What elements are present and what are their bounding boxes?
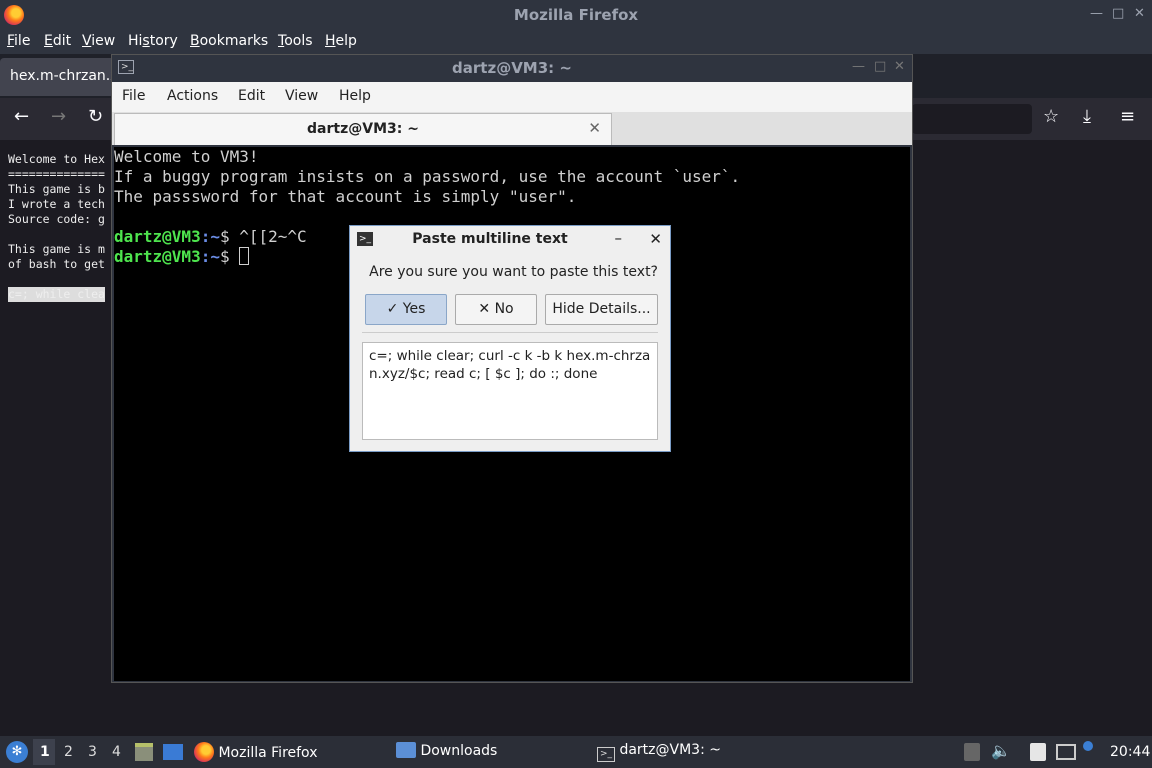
selected-command-text[interactable]: c=; while clea: [8, 287, 105, 302]
task-label: dartz@VM3: ~: [619, 742, 721, 758]
terminal-window-title: dartz@VM3: ~: [452, 59, 572, 77]
workspace-2[interactable]: 2: [64, 744, 73, 760]
page-line: of bash to get: [8, 257, 105, 271]
page-line: This game is m: [8, 242, 105, 256]
no-label: No: [494, 301, 514, 317]
page-line: I wrote a tech: [8, 197, 105, 211]
prompt-user: dartz@VM3: [114, 247, 201, 266]
terminal-output-line: Welcome to VM3!: [114, 147, 259, 166]
prompt-path: :~: [200, 247, 220, 266]
task-downloads[interactable]: Downloads: [396, 742, 497, 759]
volume-icon[interactable]: 🔈: [991, 741, 1011, 760]
dialog-titlebar: >_ Paste multiline text – ✕: [350, 226, 670, 253]
dialog-title: Paste multiline text: [412, 231, 568, 247]
maximize-icon[interactable]: □: [874, 59, 886, 74]
download-icon[interactable]: ⤓: [1083, 106, 1091, 127]
paste-text-preview[interactable]: c=; while clear; curl -c k -b k hex.m-ch…: [362, 342, 658, 440]
terminal-output-line: If a buggy program insists on a password…: [114, 167, 741, 186]
menu-edit[interactable]: Edit: [44, 33, 71, 49]
terminal-prompt-line: dartz@VM3:~$ ^[[2~^C: [114, 227, 307, 247]
page-line: Welcome to Hex: [8, 152, 105, 166]
prompt-symbol: $: [219, 247, 240, 266]
page-line: Source code: g: [8, 212, 105, 226]
paste-confirm-dialog: >_ Paste multiline text – ✕ Are you sure…: [349, 225, 671, 452]
terminal-tabbar: dartz@VM3: ~ ✕: [112, 112, 912, 145]
text-cursor: [239, 247, 250, 265]
prompt-command: ^[[2~^C: [239, 227, 307, 246]
hide-details-button[interactable]: Hide Details...: [545, 294, 658, 325]
task-label: Mozilla Firefox: [218, 745, 318, 761]
browser-tab[interactable]: hex.m-chrzan.x: [0, 58, 115, 96]
workspace-1[interactable]: 1: [40, 744, 50, 760]
terminal-menu-actions[interactable]: Actions: [167, 88, 218, 104]
dialog-separator: [362, 332, 658, 333]
reload-icon[interactable]: ↻: [88, 106, 103, 127]
firefox-menubar: File Edit View History Bookmarks Tools H…: [0, 30, 1152, 54]
x-icon: ✕: [478, 301, 491, 317]
minimize-icon[interactable]: –: [615, 229, 623, 247]
task-firefox[interactable]: Mozilla Firefox: [194, 742, 317, 762]
close-icon[interactable]: ✕: [649, 230, 662, 248]
yes-button[interactable]: ✓ Yes: [365, 294, 447, 325]
menu-file[interactable]: File: [7, 33, 30, 49]
menu-help[interactable]: Help: [325, 33, 357, 49]
check-icon: ✓: [386, 301, 399, 317]
url-bar[interactable]: [912, 104, 1032, 134]
taskbar: ✻ 1 2 3 4 Mozilla Firefox Downloads >_ d…: [0, 736, 1152, 768]
tray-notification-icon[interactable]: [964, 743, 980, 761]
hamburger-menu-icon[interactable]: ≡: [1120, 106, 1135, 127]
prompt-symbol: $: [219, 227, 240, 246]
page-line: ==============: [8, 167, 105, 181]
close-tab-icon[interactable]: ✕: [588, 119, 601, 137]
firefox-titlebar: Mozilla Firefox — □ ✕: [0, 0, 1152, 30]
menu-bookmarks[interactable]: Bookmarks: [190, 33, 268, 49]
dialog-question: Are you sure you want to paste this text…: [369, 264, 658, 280]
task-terminal[interactable]: >_ dartz@VM3: ~: [597, 742, 721, 762]
back-icon[interactable]: ←: [14, 106, 29, 127]
network-icon[interactable]: [1056, 744, 1076, 760]
forward-icon[interactable]: →: [51, 106, 66, 127]
workspace-4[interactable]: 4: [112, 744, 121, 760]
terminal-menubar: File Actions Edit View Help: [112, 82, 912, 112]
terminal-menu-view[interactable]: View: [285, 88, 318, 104]
menu-history[interactable]: History: [128, 33, 178, 49]
prompt-path: :~: [200, 227, 220, 246]
firefox-window-title: Mozilla Firefox: [513, 6, 639, 24]
bookmark-star-icon[interactable]: ☆: [1043, 106, 1059, 127]
desktop-launcher-icon[interactable]: [163, 744, 183, 760]
task-label: Downloads: [420, 743, 498, 759]
no-button[interactable]: ✕ No: [455, 294, 537, 325]
files-launcher-icon[interactable]: [135, 743, 153, 761]
yes-label: Yes: [402, 301, 426, 317]
terminal-tab-label: dartz@VM3: ~: [307, 121, 419, 137]
menu-tools[interactable]: Tools: [278, 33, 313, 49]
close-icon[interactable]: ✕: [894, 59, 905, 74]
minimize-icon[interactable]: —: [1090, 6, 1103, 21]
update-info-icon[interactable]: [1083, 741, 1093, 751]
page-line: This game is b: [8, 182, 105, 196]
folder-icon: [396, 742, 416, 758]
menu-view[interactable]: View: [82, 33, 115, 49]
start-menu-icon[interactable]: ✻: [6, 741, 28, 763]
workspace-3[interactable]: 3: [88, 744, 97, 760]
clock[interactable]: 20:44: [1110, 744, 1150, 760]
firefox-icon: [194, 742, 214, 762]
terminal-titlebar: >_ dartz@VM3: ~ — □ ✕: [112, 55, 912, 81]
terminal-output-line: The passsword for that account is simply…: [114, 187, 577, 206]
minimize-icon[interactable]: —: [852, 59, 865, 74]
close-icon[interactable]: ✕: [1134, 6, 1145, 21]
terminal-menu-edit[interactable]: Edit: [238, 88, 265, 104]
prompt-user: dartz@VM3: [114, 227, 201, 246]
maximize-icon[interactable]: □: [1112, 6, 1124, 21]
terminal-prompt-line: dartz@VM3:~$: [114, 247, 250, 267]
terminal-icon: >_: [597, 747, 615, 762]
clipboard-icon[interactable]: [1030, 743, 1046, 761]
terminal-menu-file[interactable]: File: [122, 88, 145, 104]
terminal-tab[interactable]: dartz@VM3: ~ ✕: [114, 113, 612, 145]
terminal-menu-help[interactable]: Help: [339, 88, 371, 104]
